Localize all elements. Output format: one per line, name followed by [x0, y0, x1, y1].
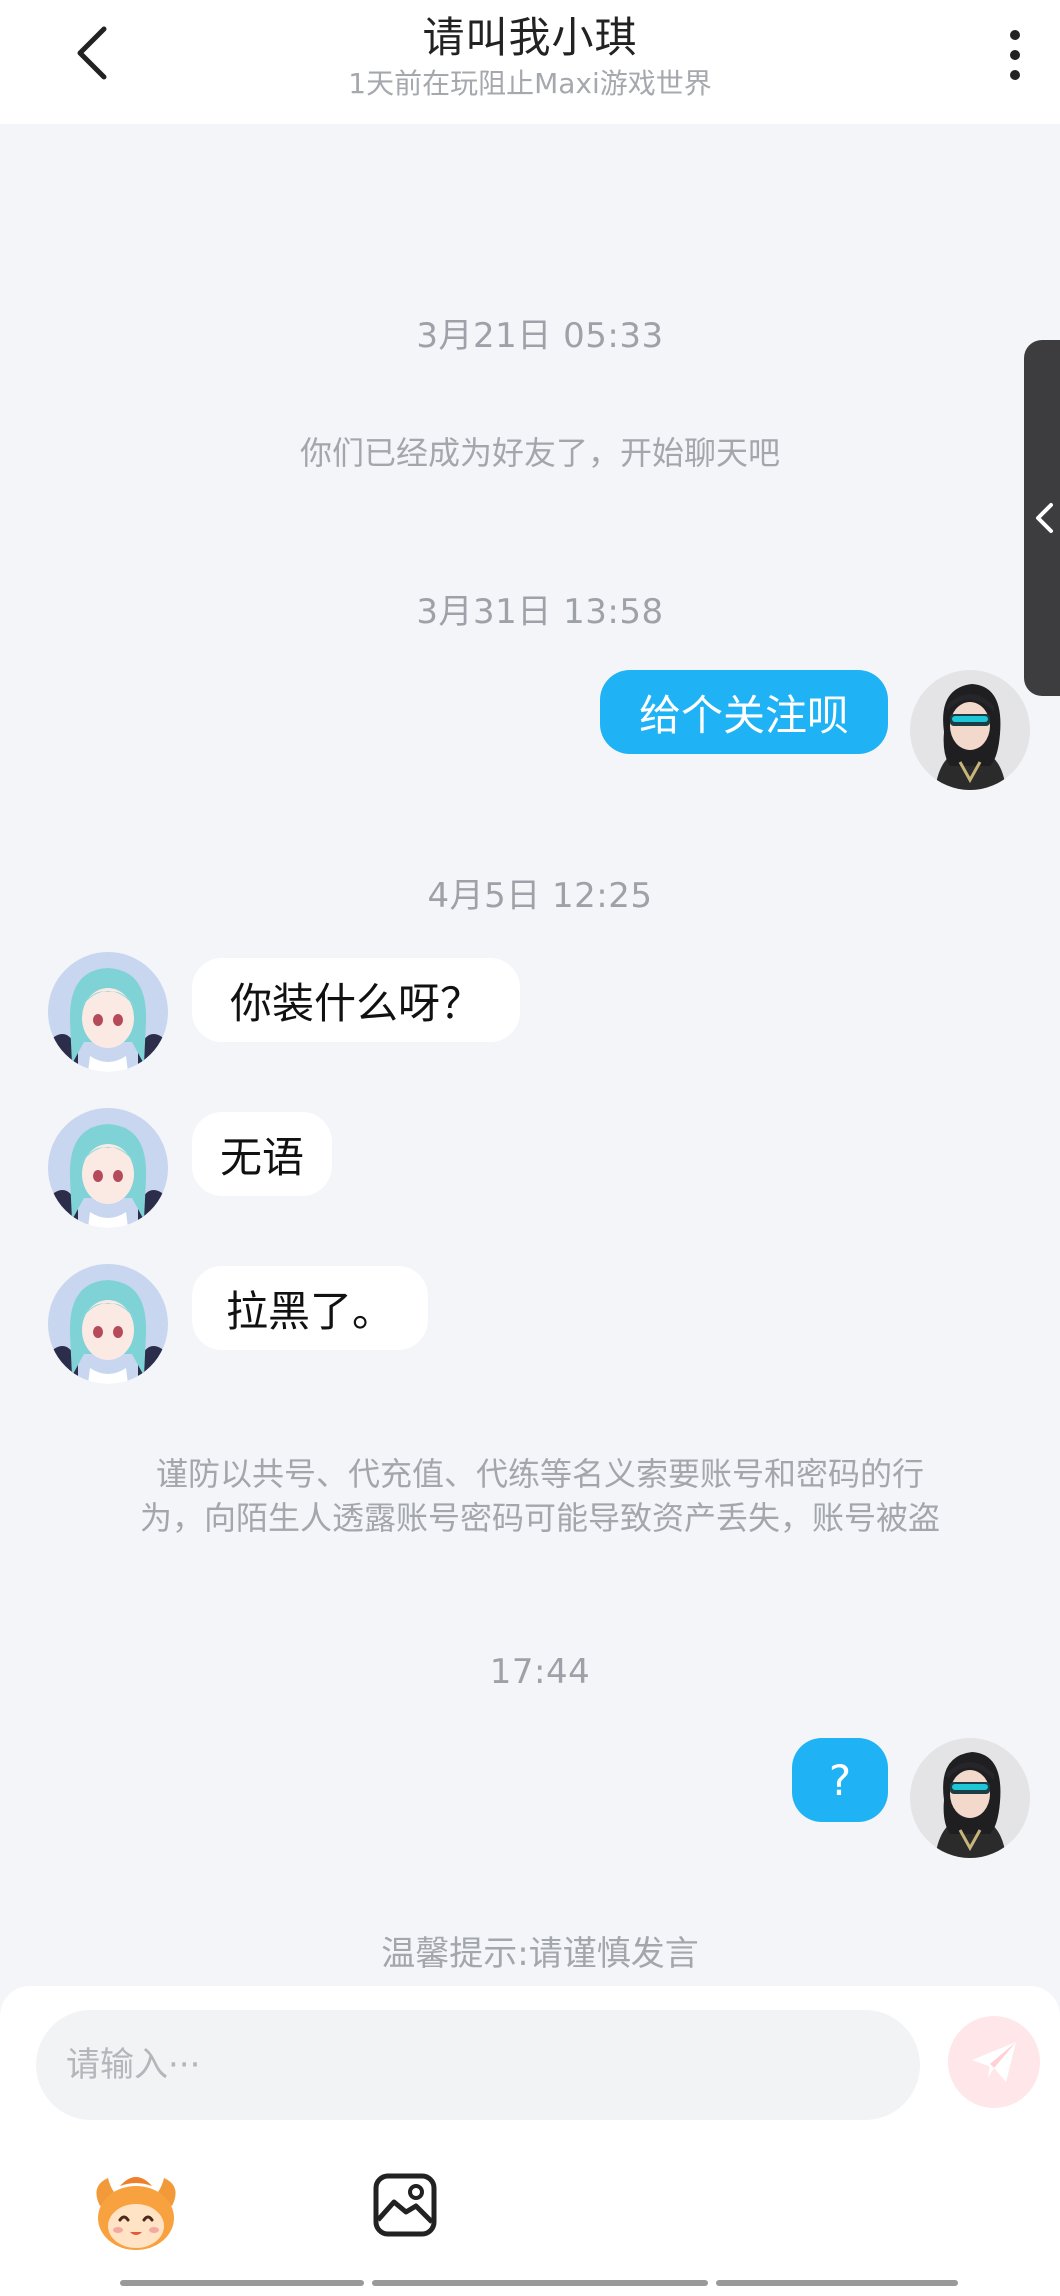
chat-header: 请叫我小琪 1天前在玩阻止Maxi游戏世界 [0, 0, 1060, 124]
friend-avatar[interactable] [48, 1108, 168, 1228]
my-avatar[interactable] [910, 1738, 1030, 1858]
message-bubble-sent[interactable]: 给个关注呗 [600, 670, 888, 754]
caution-tip: 温馨提示:请谨慎发言 [381, 1934, 699, 1974]
image-button[interactable] [372, 2172, 438, 2238]
side-panel-handle[interactable] [1024, 340, 1060, 696]
status-subtitle: 1天前在玩阻止Maxi游戏世界 [348, 67, 712, 100]
emoji-button[interactable] [90, 2166, 182, 2258]
more-dot [1010, 50, 1020, 60]
more-options-button[interactable] [990, 20, 1040, 90]
nav-bar-segment [120, 2280, 364, 2286]
timestamp: 4月5日 12:25 [427, 876, 653, 916]
send-button[interactable] [948, 2016, 1040, 2108]
security-warning-line: 谨防以共号、代充值、代练等名义索要账号和密码的行 [155, 1455, 924, 1493]
more-vertical-icon [1010, 30, 1020, 40]
timestamp: 17:44 [489, 1652, 591, 1692]
composer [0, 1986, 1060, 2296]
friend-avatar[interactable] [48, 952, 168, 1072]
security-warning: 谨防以共号、代充值、代练等名义索要账号和密码的行 为，向陌生人透露账号密码可能导… [80, 1452, 1000, 1540]
nav-bar-segment [716, 2280, 958, 2286]
friend-avatar[interactable] [48, 1264, 168, 1384]
page-title: 请叫我小琪 [422, 13, 638, 62]
my-avatar[interactable] [910, 670, 1030, 790]
more-dot [1010, 70, 1020, 80]
image-icon [373, 2173, 437, 2237]
security-warning-line: 为，向陌生人透露账号密码可能导致资产丢失，账号被盗 [139, 1499, 940, 1537]
message-bubble-sent[interactable]: ? [792, 1738, 888, 1822]
chevron-left-icon [1036, 503, 1053, 533]
timestamp: 3月31日 13:58 [416, 592, 664, 632]
timestamp: 3月21日 05:33 [416, 316, 664, 356]
mascot-icon [96, 2177, 176, 2250]
send-icon [972, 2042, 1016, 2082]
message-bubble-received[interactable]: 无语 [192, 1112, 332, 1196]
message-input[interactable] [36, 2010, 920, 2120]
system-nav-bars [0, 2280, 1060, 2288]
nav-bar-segment [372, 2280, 708, 2286]
friend-notice: 你们已经成为好友了，开始聊天吧 [299, 434, 780, 472]
message-bubble-received[interactable]: 拉黑了。 [192, 1266, 428, 1350]
message-bubble-received[interactable]: 你装什么呀？ [192, 958, 520, 1042]
